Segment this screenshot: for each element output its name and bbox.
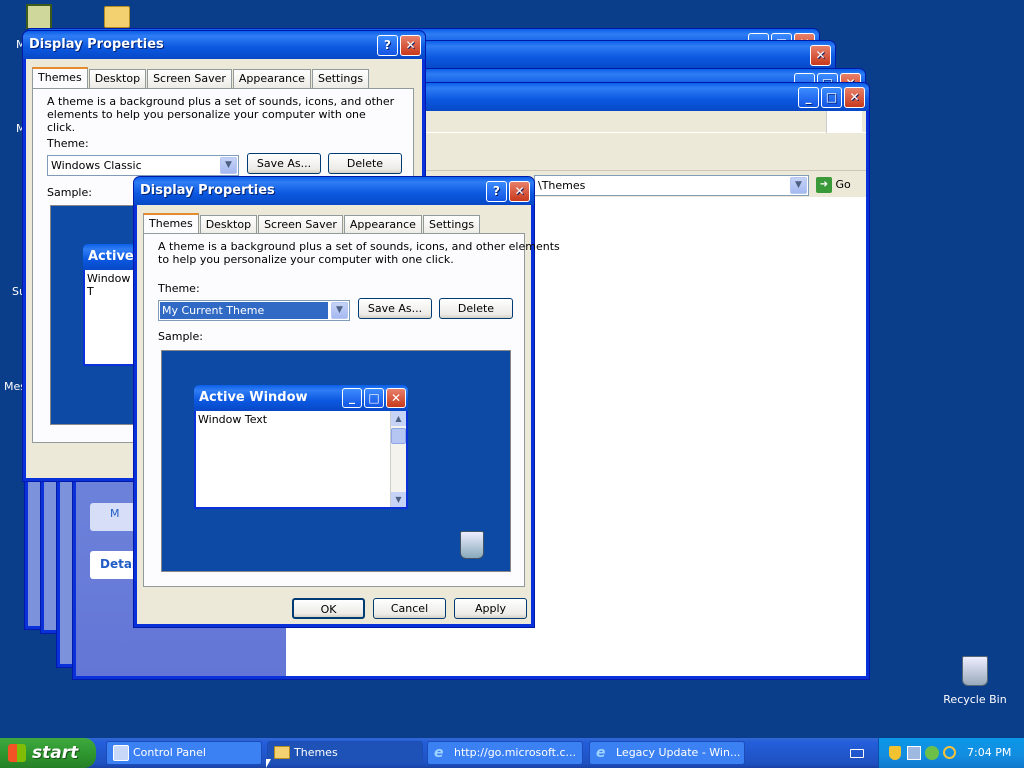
description-line-2: to help you personalize your computer wi…: [158, 253, 454, 266]
folder-icon[interactable]: [104, 6, 130, 28]
scroll-thumb: [391, 428, 406, 444]
tab-appearance[interactable]: Appearance: [343, 215, 422, 234]
start-label: start: [32, 743, 79, 763]
display-properties-window[interactable]: Display Properties ? ✕ Themes Desktop Scre…: [133, 176, 560, 628]
theme-select[interactable]: Windows Classic ▼: [47, 155, 239, 176]
close-icon: ✕: [386, 388, 406, 408]
network-icon[interactable]: [907, 746, 921, 760]
task-label: Legacy Update - Win...: [616, 746, 741, 759]
task-label: Themes: [294, 746, 338, 759]
internet-explorer-icon: e: [434, 745, 444, 761]
recycle-bin[interactable]: Recycle Bin: [940, 656, 1010, 712]
front-tabs: Themes Desktop Screen Saver Appearance Setti…: [143, 213, 481, 234]
control-panel-icon: [113, 745, 129, 761]
task-control-panel[interactable]: Control Panel: [106, 741, 262, 765]
description-text: A theme is a background plus a set of so…: [47, 95, 395, 134]
sample-window-titlebar: Active Window _ □ ✕: [194, 385, 408, 411]
minimize-button[interactable]: _: [798, 87, 819, 108]
mouse-cursor-icon: [266, 759, 271, 768]
sample-window-title: Active Window: [199, 390, 308, 405]
internet-explorer-icon: e: [596, 745, 606, 761]
sample-label: Sample:: [158, 330, 203, 343]
clock[interactable]: 7:04 PM: [967, 738, 1011, 768]
start-button[interactable]: start: [0, 738, 96, 768]
windows-flag-icon: [8, 744, 26, 762]
tab-settings[interactable]: Settings: [311, 69, 370, 88]
themes-panel: A theme is a background plus a set of so…: [143, 233, 560, 587]
update-icon[interactable]: [925, 746, 939, 760]
system-tray: 7:04 PM: [878, 738, 1024, 768]
chevron-down-icon[interactable]: ▼: [220, 157, 237, 174]
other-places-label: M: [110, 507, 120, 520]
close-button[interactable]: ✕: [810, 45, 831, 66]
task-label: Control Panel: [133, 746, 206, 759]
theme-value: Windows Classic: [51, 159, 142, 172]
desktop-icon-top-1[interactable]: [26, 4, 52, 30]
apply-button[interactable]: Apply: [454, 598, 527, 619]
task-legacy-update[interactable]: e Legacy Update - Win...: [589, 741, 745, 765]
folder-icon: [274, 746, 290, 759]
theme-value: My Current Theme: [159, 301, 329, 320]
tab-themes[interactable]: Themes: [32, 67, 88, 88]
scroll-down-icon: ▼: [391, 492, 406, 507]
recycle-bin-icon: [962, 656, 988, 686]
save-as-button[interactable]: Save As...: [358, 298, 432, 319]
close-button[interactable]: ✕: [844, 87, 865, 108]
task-ie-microsoft[interactable]: e http://go.microsoft.c...: [427, 741, 583, 765]
minimize-icon: _: [342, 388, 362, 408]
keyboard-icon[interactable]: [850, 749, 864, 758]
help-button[interactable]: ?: [377, 35, 398, 56]
back-window-title: Display Properties: [29, 37, 164, 52]
ok-button[interactable]: OK: [292, 598, 365, 619]
theme-label: Theme:: [47, 137, 89, 150]
go-label: Go: [835, 178, 851, 191]
front-titlebar[interactable]: Display Properties ? ✕: [134, 177, 534, 205]
sample-scrollbar: ▲ ▼: [390, 411, 406, 507]
taskbar: start Control Panel Themes e http://go.m…: [0, 738, 1024, 768]
sample-active-window: Active Window _ □ ✕ Window Text ▲ ▼: [194, 385, 408, 509]
cancel-button[interactable]: Cancel: [373, 598, 446, 619]
task-themes[interactable]: Themes: [267, 741, 423, 765]
close-button[interactable]: ✕: [400, 35, 421, 56]
windows-logo-icon: [826, 111, 862, 133]
sample-window-text-area: Window Text ▲ ▼: [196, 411, 406, 507]
front-window-body: Themes Desktop Screen Saver Appearance Setti…: [137, 205, 560, 624]
tab-desktop[interactable]: Desktop: [88, 69, 147, 88]
address-input[interactable]: \Themes ▼: [534, 175, 809, 196]
theme-label: Theme:: [158, 282, 200, 295]
tab-screen-saver[interactable]: Screen Saver: [147, 69, 232, 88]
tab-settings[interactable]: Settings: [422, 215, 481, 234]
sample-window-text: Window Text: [198, 413, 268, 426]
chevron-down-icon[interactable]: ▼: [790, 177, 807, 194]
back-titlebar[interactable]: Display Properties ? ✕: [23, 31, 425, 59]
maximize-button[interactable]: □: [821, 87, 842, 108]
address-text: \Themes: [538, 179, 586, 192]
delete-button[interactable]: Delete: [439, 298, 513, 319]
tab-themes[interactable]: Themes: [143, 213, 199, 234]
task-label: http://go.microsoft.c...: [454, 746, 577, 759]
recycle-bin-label: Recycle Bin: [943, 693, 1007, 706]
tab-screen-saver[interactable]: Screen Saver: [258, 215, 343, 234]
sample-label: Sample:: [47, 186, 92, 199]
tab-appearance[interactable]: Appearance: [232, 69, 311, 88]
search-icon[interactable]: [943, 746, 956, 759]
help-button[interactable]: ?: [486, 181, 507, 202]
back-tabs: Themes Desktop Screen Saver Appearance Setti…: [32, 67, 370, 88]
tab-desktop[interactable]: Desktop: [199, 215, 258, 234]
theme-select[interactable]: My Current Theme ▼: [158, 300, 350, 321]
save-as-button[interactable]: Save As...: [247, 153, 321, 174]
go-arrow-icon: ➜: [816, 177, 832, 193]
recycle-bin-icon: [460, 531, 484, 559]
delete-button[interactable]: Delete: [328, 153, 402, 174]
sample-preview: Active W Window T: [50, 205, 143, 425]
description-line-1: A theme is a background plus a set of so…: [158, 240, 560, 253]
go-button[interactable]: ➜ Go: [816, 175, 860, 195]
scroll-up-icon: ▲: [391, 411, 406, 426]
chevron-down-icon[interactable]: ▼: [331, 302, 348, 319]
front-window-title: Display Properties: [140, 183, 275, 198]
close-button[interactable]: ✕: [509, 181, 530, 202]
security-shield-icon[interactable]: [889, 746, 901, 760]
maximize-icon: □: [364, 388, 384, 408]
sample-preview: Active Window _ □ ✕ Window Text ▲ ▼: [161, 350, 511, 572]
